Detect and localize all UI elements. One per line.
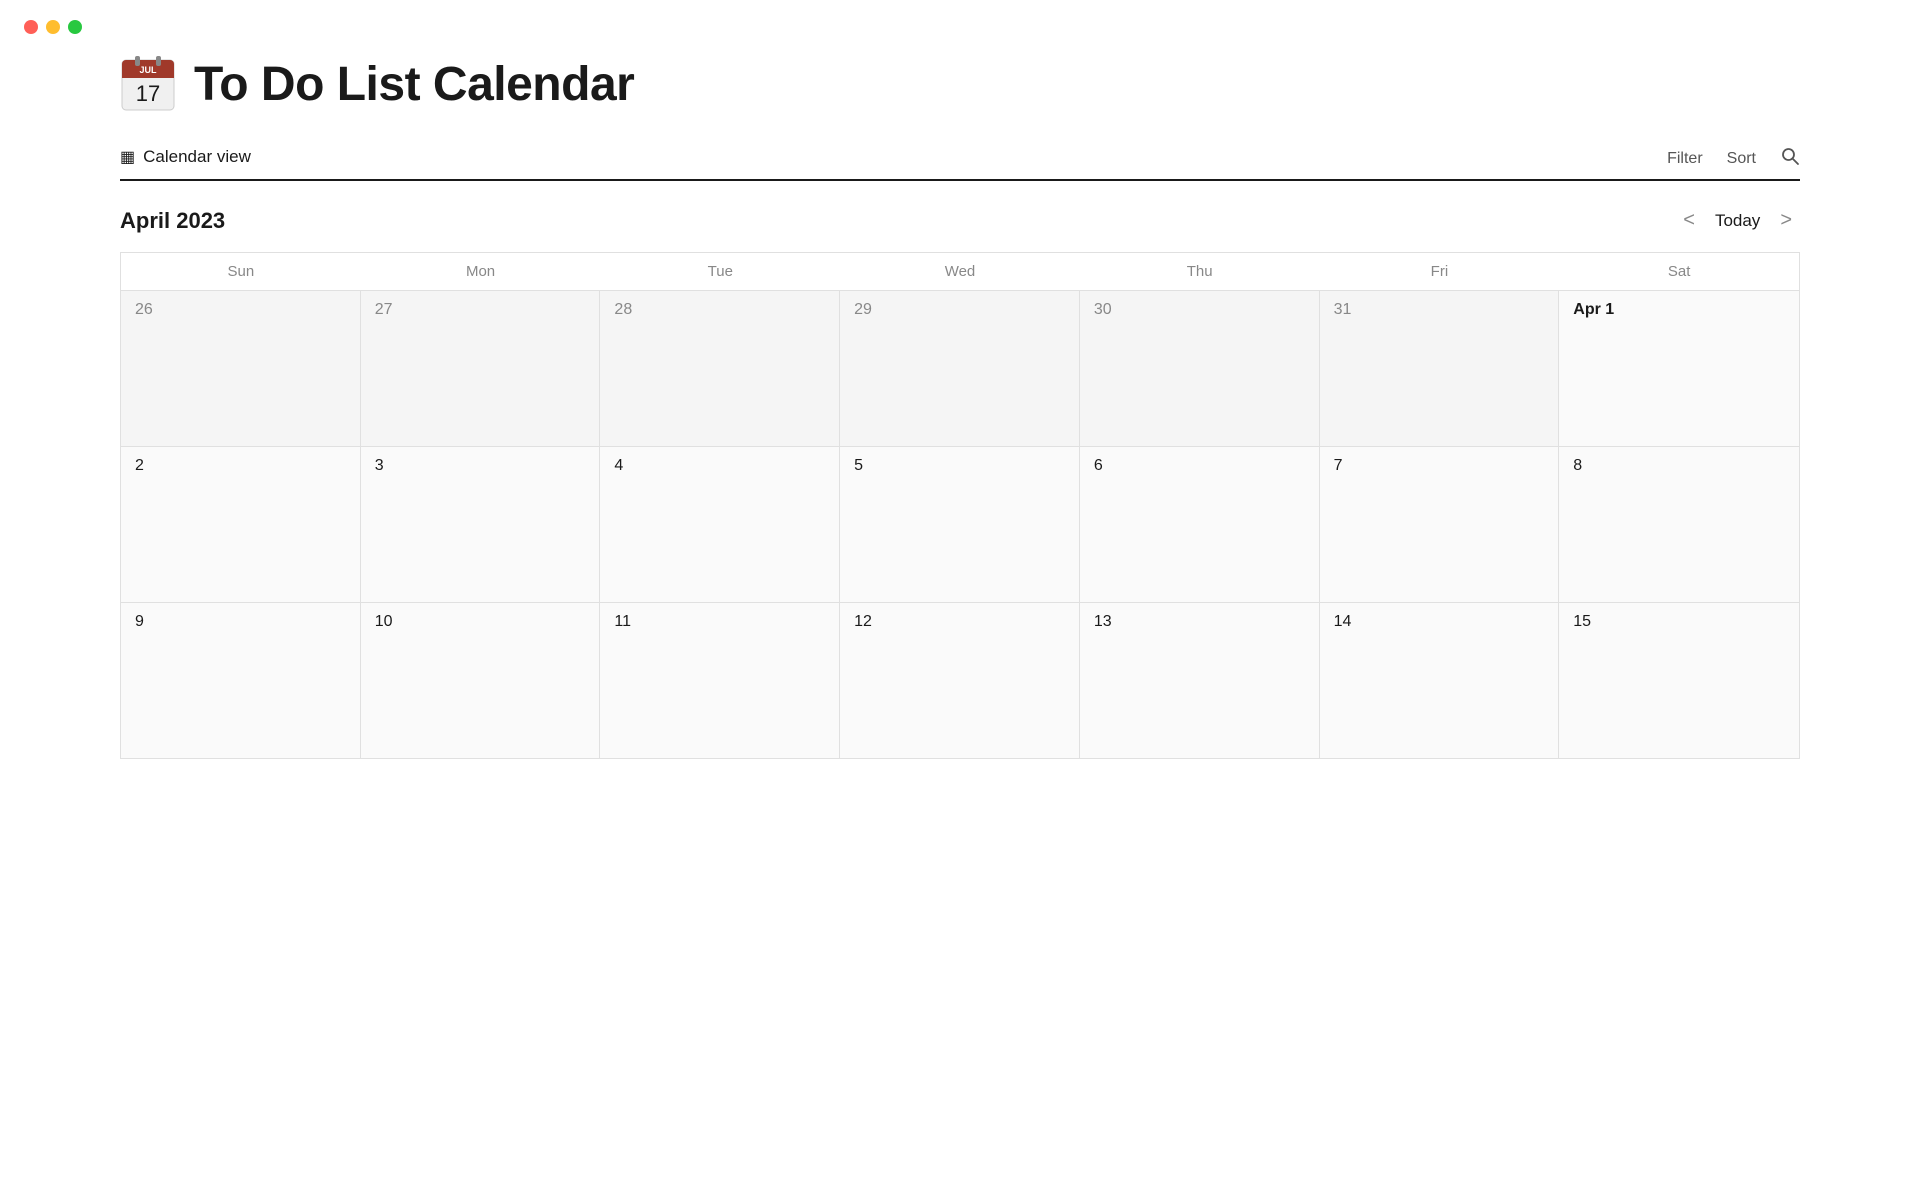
table-row[interactable]: 5 — [840, 447, 1080, 602]
day-header-thu: Thu — [1080, 253, 1320, 290]
calendar-view-tab[interactable]: ▦ Calendar view — [120, 147, 251, 171]
cell-date: 29 — [854, 301, 872, 318]
cell-date: 10 — [375, 613, 393, 630]
cell-date: 6 — [1094, 457, 1103, 474]
calendar-nav: April 2023 < Today > — [120, 205, 1800, 236]
table-row[interactable]: 15 — [1559, 603, 1799, 758]
app-icon: JUL 17 — [120, 54, 176, 114]
cell-date: 12 — [854, 613, 872, 630]
calendar-week-3: 9 10 11 12 13 14 15 — [121, 603, 1799, 759]
table-row[interactable]: 30 — [1080, 291, 1320, 446]
table-row[interactable]: 4 — [600, 447, 840, 602]
table-row[interactable]: 9 — [121, 603, 361, 758]
cell-date: Apr 1 — [1573, 301, 1614, 318]
filter-button[interactable]: Filter — [1667, 150, 1703, 168]
cell-date: 31 — [1334, 301, 1352, 318]
table-row[interactable]: Apr 1 — [1559, 291, 1799, 446]
search-button[interactable] — [1780, 146, 1800, 171]
cell-date: 2 — [135, 457, 144, 474]
fullscreen-button[interactable] — [68, 20, 82, 34]
table-row[interactable]: 6 — [1080, 447, 1320, 602]
cell-date: 27 — [375, 301, 393, 318]
toolbar: ▦ Calendar view Filter Sort — [120, 146, 1800, 181]
toolbar-actions: Filter Sort — [1667, 146, 1800, 171]
calendar-grid-icon: ▦ — [120, 147, 135, 167]
table-row[interactable]: 29 — [840, 291, 1080, 446]
close-button[interactable] — [24, 20, 38, 34]
day-header-wed: Wed — [840, 253, 1080, 290]
cell-date: 9 — [135, 613, 144, 630]
cell-date: 26 — [135, 301, 153, 318]
calendar-week-2: 2 3 4 5 6 7 8 — [121, 447, 1799, 603]
table-row[interactable]: 28 — [600, 291, 840, 446]
page-title: To Do List Calendar — [194, 57, 634, 112]
table-row[interactable]: 14 — [1320, 603, 1560, 758]
month-title: April 2023 — [120, 208, 225, 234]
search-icon — [1780, 146, 1800, 166]
day-header-tue: Tue — [600, 253, 840, 290]
table-row[interactable]: 13 — [1080, 603, 1320, 758]
day-headers: Sun Mon Tue Wed Thu Fri Sat — [121, 253, 1799, 291]
cell-date: 8 — [1573, 457, 1582, 474]
cell-date: 14 — [1334, 613, 1352, 630]
cell-date: 3 — [375, 457, 384, 474]
table-row[interactable]: 2 — [121, 447, 361, 602]
cell-date: 28 — [614, 301, 632, 318]
minimize-button[interactable] — [46, 20, 60, 34]
sort-button[interactable]: Sort — [1727, 150, 1756, 168]
table-row[interactable]: 10 — [361, 603, 601, 758]
table-row[interactable]: 26 — [121, 291, 361, 446]
prev-month-button[interactable]: < — [1675, 205, 1703, 236]
svg-text:17: 17 — [136, 81, 160, 106]
cell-date: 7 — [1334, 457, 1343, 474]
page-header: JUL 17 To Do List Calendar — [120, 54, 1800, 114]
table-row[interactable]: 8 — [1559, 447, 1799, 602]
cell-date: 13 — [1094, 613, 1112, 630]
table-row[interactable]: 3 — [361, 447, 601, 602]
calendar-grid: Sun Mon Tue Wed Thu Fri Sat 26 27 28 29 … — [120, 252, 1800, 759]
next-month-button[interactable]: > — [1772, 205, 1800, 236]
calendar-week-1: 26 27 28 29 30 31 Apr 1 — [121, 291, 1799, 447]
day-header-sun: Sun — [121, 253, 361, 290]
table-row[interactable]: 12 — [840, 603, 1080, 758]
cell-date: 15 — [1573, 613, 1591, 630]
window-controls — [0, 0, 1920, 54]
day-header-fri: Fri — [1320, 253, 1560, 290]
cell-date: 4 — [614, 457, 623, 474]
table-row[interactable]: 31 — [1320, 291, 1560, 446]
view-tab-label: Calendar view — [143, 147, 251, 167]
svg-text:JUL: JUL — [139, 65, 157, 75]
table-row[interactable]: 11 — [600, 603, 840, 758]
table-row[interactable]: 27 — [361, 291, 601, 446]
nav-controls: < Today > — [1675, 205, 1800, 236]
today-button[interactable]: Today — [1715, 211, 1760, 231]
day-header-sat: Sat — [1559, 253, 1799, 290]
cell-date: 11 — [614, 613, 631, 630]
cell-date: 30 — [1094, 301, 1112, 318]
cell-date: 5 — [854, 457, 863, 474]
table-row[interactable]: 7 — [1320, 447, 1560, 602]
day-header-mon: Mon — [361, 253, 601, 290]
